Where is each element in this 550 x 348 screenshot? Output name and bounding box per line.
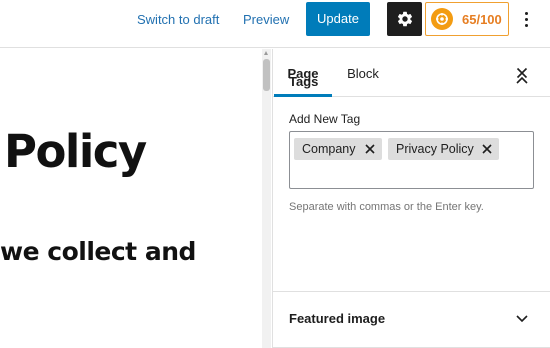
switch-to-draft-button[interactable]: Switch to draft bbox=[137, 0, 227, 40]
tags-panel bbox=[273, 98, 550, 292]
sidebar-tabs: Page Block bbox=[273, 49, 550, 97]
tag-token-label: Privacy Policy bbox=[396, 142, 474, 156]
remove-tag-icon[interactable] bbox=[481, 143, 493, 155]
seo-logo-icon bbox=[431, 8, 453, 30]
tags-panel-title[interactable]: Tags bbox=[289, 74, 318, 89]
scroll-up-arrow-icon[interactable] bbox=[264, 51, 268, 55]
page-heading[interactable]: Policy bbox=[4, 125, 147, 178]
seo-score-button[interactable]: 65/100 bbox=[425, 2, 509, 36]
seo-score-value: 65/100 bbox=[462, 11, 502, 27]
update-button[interactable]: Update bbox=[306, 2, 370, 36]
scrollbar-thumb[interactable] bbox=[263, 59, 270, 91]
tab-page[interactable]: Page bbox=[274, 49, 332, 97]
more-vertical-icon bbox=[524, 11, 528, 15]
editor-toolbar: Switch to draft Preview Update 65/100 bbox=[0, 0, 550, 48]
tag-token: Privacy Policy bbox=[388, 138, 499, 160]
chevron-down-icon[interactable] bbox=[516, 315, 528, 323]
chevron-up-icon[interactable] bbox=[516, 76, 528, 84]
editor-canvas[interactable]: Policy we collect and bbox=[0, 49, 262, 348]
preview-button[interactable]: Preview bbox=[243, 0, 293, 40]
paragraph-block[interactable]: we collect and bbox=[0, 237, 196, 266]
featured-image-panel-title[interactable]: Featured image bbox=[289, 311, 385, 326]
tag-token: Company bbox=[294, 138, 382, 160]
more-options-button[interactable] bbox=[516, 6, 536, 32]
tab-block[interactable]: Block bbox=[339, 49, 387, 97]
settings-button[interactable] bbox=[387, 2, 422, 36]
settings-sidebar: Page Block bbox=[272, 49, 550, 348]
editor-scrollbar[interactable] bbox=[262, 49, 271, 348]
tag-token-label: Company bbox=[302, 142, 356, 156]
remove-tag-icon[interactable] bbox=[364, 143, 376, 155]
tags-token-field[interactable]: Company Privacy Policy bbox=[289, 131, 534, 189]
gear-icon bbox=[397, 11, 412, 27]
